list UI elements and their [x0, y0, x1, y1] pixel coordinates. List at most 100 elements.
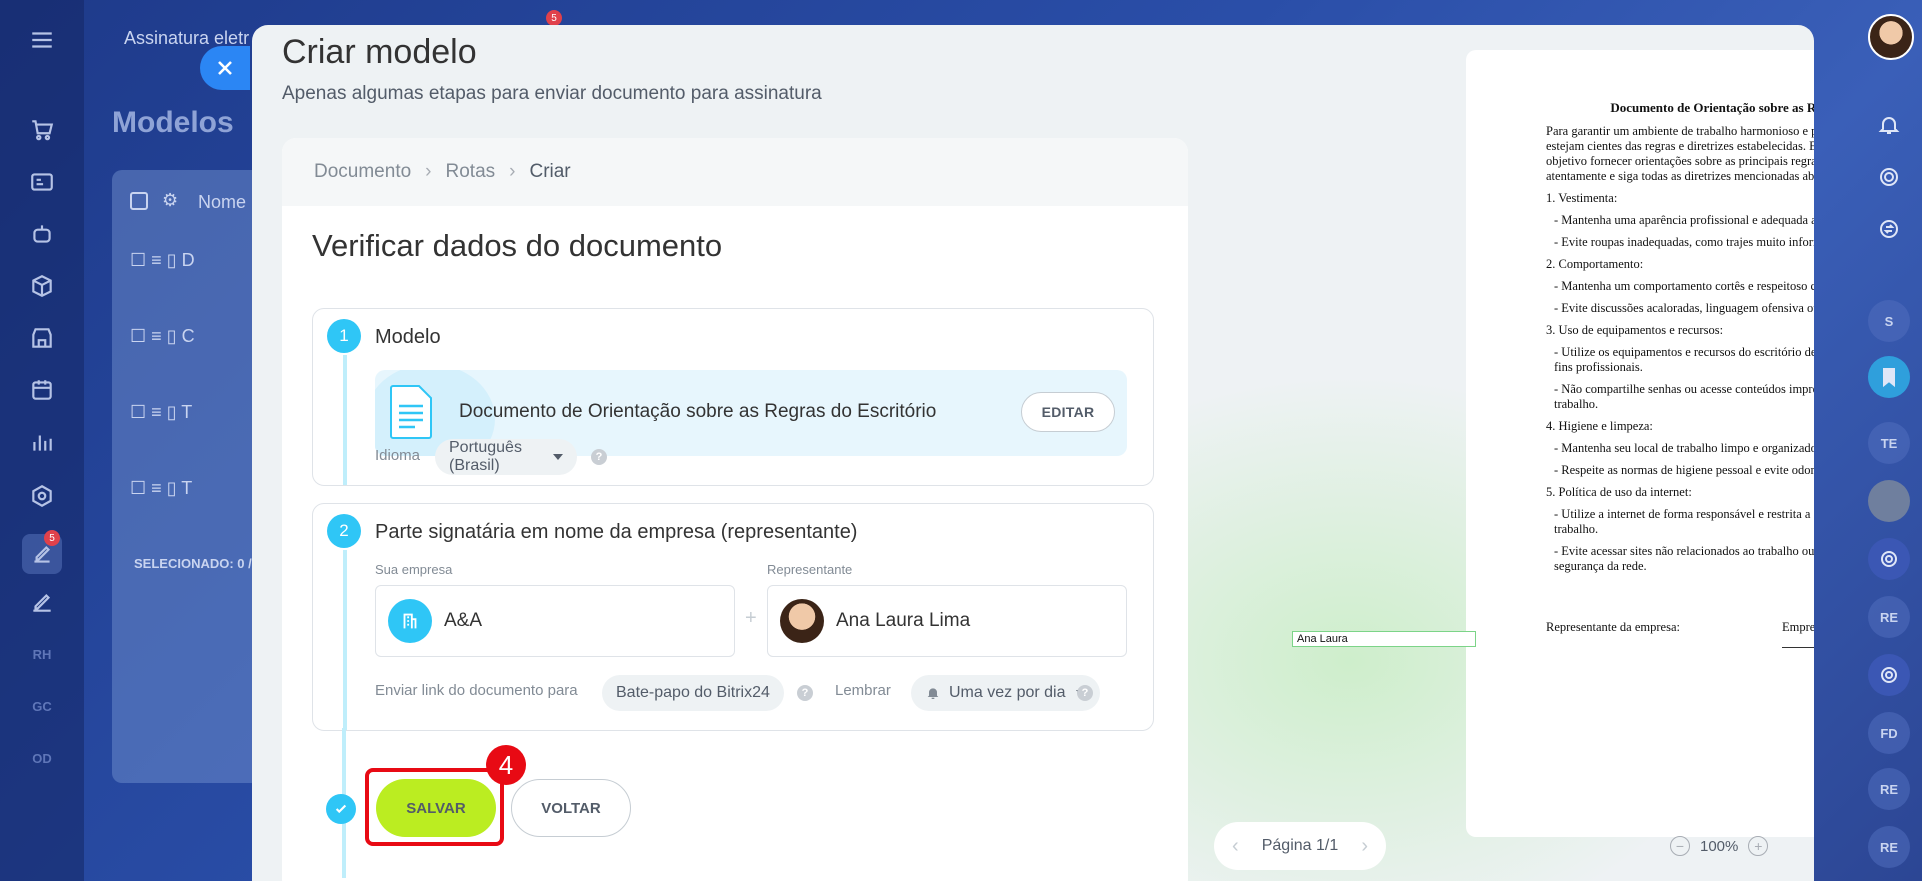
avatar [780, 599, 824, 643]
cat-avatar[interactable] [1868, 480, 1910, 522]
sync-icon[interactable] [1868, 208, 1910, 250]
right-item-te[interactable]: TE [1868, 422, 1910, 464]
representative-field[interactable]: Ana Laura Lima [767, 585, 1127, 657]
step-number: 1 [327, 319, 361, 353]
step-modelo: 1 Modelo Documento de Orientação sobre a… [312, 308, 1154, 486]
representative-label: Representante [767, 562, 853, 577]
remind-select[interactable]: Uma vez por dia [911, 675, 1100, 711]
preview-paragraph: 3. Uso de equipamentos e recursos: [1546, 323, 1724, 337]
page-label: Página 1/1 [1261, 837, 1339, 854]
hexagon-icon[interactable] [26, 480, 58, 512]
store-icon[interactable] [26, 322, 58, 354]
box-icon[interactable] [26, 270, 58, 302]
close-slider-button[interactable] [200, 46, 250, 90]
zoom-in-icon[interactable]: + [1748, 836, 1769, 856]
preview-paragraph: - Mantenha seu local de trabalho limpo e… [1554, 441, 1814, 455]
robot-icon[interactable] [26, 218, 58, 250]
menu-icon[interactable] [26, 24, 58, 56]
user-avatar[interactable] [1868, 14, 1914, 60]
bg-settings-icon: ⚙ [162, 190, 179, 210]
right-item-re[interactable]: RE [1868, 826, 1910, 868]
preview-paragraph: Para garantir um ambiente de trabalho ha… [1546, 124, 1814, 183]
sidebar-item-od[interactable]: OD [26, 742, 58, 774]
sidebar-item-rh[interactable]: RH [26, 638, 58, 670]
top-badge: 5 [546, 10, 562, 26]
bg-list-panel: ⚙ Nome ☐ ≡ ▯ D ☐ ≡ ▯ C ☐ ≡ ▯ T ☐ ≡ ▯ T S… [112, 170, 262, 783]
building-icon [388, 599, 432, 643]
preview-paragraph: - Evite discussões acaloradas, linguagem… [1554, 301, 1814, 315]
bg-row: ☐ ≡ ▯ C [130, 326, 195, 346]
back-button[interactable]: VOLTAR [511, 779, 631, 837]
sidebar-badge: 5 [44, 530, 60, 546]
company-field[interactable]: A&A [375, 585, 735, 657]
language-value: Português (Brasil) [449, 439, 522, 474]
bg-column-header: Nome [198, 192, 247, 212]
sig-name-field[interactable]: Ana Laura [1292, 631, 1476, 647]
help-icon[interactable]: ? [591, 449, 607, 465]
target-icon[interactable] [1868, 156, 1910, 198]
step-number: 2 [327, 514, 361, 548]
sidebar-item-gc[interactable]: GC [26, 690, 58, 722]
step-signatory: 2 Parte signatária em nome da empresa (r… [312, 503, 1154, 731]
send-link-select[interactable]: Bate-papo do Bitrix24 [602, 675, 784, 711]
preview-paragraph: 5. Política de uso da internet: [1546, 485, 1692, 499]
language-select[interactable]: Português (Brasil) [435, 439, 577, 475]
plus-icon: + [745, 607, 757, 629]
preview-paragraph: - Não compartilhe senhas ou acesse conte… [1554, 382, 1814, 411]
preview-title: Documento de Orientação sobre as Regras … [1610, 100, 1814, 115]
breadcrumb-documento[interactable]: Documento [314, 161, 411, 183]
chevron-left-icon[interactable]: ‹ [1232, 835, 1239, 858]
document-icon [390, 385, 432, 439]
preview-paragraph: 2. Comportamento: [1546, 257, 1644, 271]
bookmark-icon[interactable] [1868, 356, 1910, 398]
document-preview: Documento de Orientação sobre as Regras … [1466, 50, 1814, 837]
calendar-icon[interactable] [26, 374, 58, 406]
preview-paragraph: - Mantenha uma aparência profissional e … [1554, 213, 1814, 227]
chart-icon[interactable] [26, 426, 58, 458]
bg-page-title: Modelos [112, 106, 234, 139]
step-title: Parte signatária em nome da empresa (rep… [375, 521, 858, 543]
bg-selected-count: SELECIONADO: 0 / [134, 556, 252, 571]
check-icon [326, 794, 356, 824]
right-item-fd[interactable]: FD [1868, 712, 1910, 754]
bell-icon[interactable] [1868, 104, 1910, 146]
preview-paragraph: - Utilize os equipamentos e recursos do … [1554, 345, 1814, 374]
callout-badge: 4 [486, 745, 526, 785]
step-title: Modelo [375, 326, 441, 348]
chat-icon[interactable] [1868, 538, 1910, 580]
company-value: A&A [444, 610, 483, 631]
right-item-re[interactable]: RE [1868, 596, 1910, 638]
breadcrumb-rotas[interactable]: Rotas [446, 161, 496, 183]
chat-icon[interactable] [1868, 654, 1910, 696]
right-item-s[interactable]: S [1868, 300, 1910, 342]
page-navigator: ‹ Página 1/1 › [1214, 822, 1386, 870]
section-heading: Verificar dados do documento [312, 228, 723, 263]
bg-select-all-checkbox [130, 192, 148, 210]
company-label: Sua empresa [375, 562, 453, 577]
sig-employee-label: Empregado: [1782, 620, 1814, 634]
preview-paragraph: - Evite roupas inadequadas, como trajes … [1554, 235, 1814, 249]
bell-icon [927, 688, 939, 699]
zoom-out-icon[interactable]: − [1670, 836, 1690, 856]
help-icon[interactable]: ? [1077, 685, 1093, 701]
preview-paragraph: 4. Higiene e limpeza: [1546, 419, 1653, 433]
document-name: Documento de Orientação sobre as Regras … [459, 401, 937, 422]
contacts-icon[interactable] [26, 166, 58, 198]
sig-company-label: Representante da empresa: [1546, 620, 1680, 634]
create-template-slider: Criar modelo Apenas algumas etapas para … [252, 25, 1814, 881]
preview-paragraph: - Utilize a internet de forma responsáve… [1554, 507, 1814, 536]
language-label: Idioma [375, 447, 421, 464]
chevron-right-icon[interactable]: › [1361, 835, 1368, 858]
send-link-value: Bate-papo do Bitrix24 [616, 684, 770, 701]
pen-icon[interactable] [26, 586, 58, 618]
right-item-re[interactable]: RE [1868, 768, 1910, 810]
edit-button[interactable]: EDITAR [1021, 392, 1115, 432]
bg-row: ☐ ≡ ▯ T [130, 402, 193, 422]
remind-value: Uma vez por dia [949, 684, 1066, 701]
send-link-label: Enviar link do documento para [375, 682, 578, 699]
left-sidebar: 5 RH GC OD [0, 0, 84, 881]
cart-icon[interactable] [26, 114, 58, 146]
remind-label: Lembrar [835, 682, 891, 699]
help-icon[interactable]: ? [797, 685, 813, 701]
breadcrumb-criar: Criar [529, 161, 571, 182]
